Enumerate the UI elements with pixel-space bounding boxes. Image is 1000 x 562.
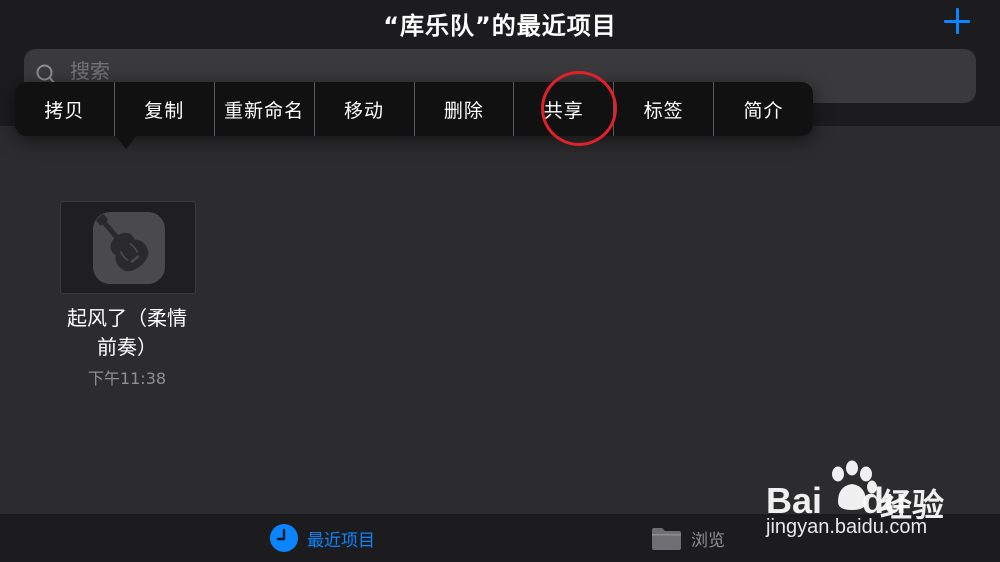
tab-browse[interactable]: 浏览 [651, 514, 725, 562]
file-name-line1: 起风了（柔情 [67, 306, 187, 330]
menu-item-share[interactable]: 共享 [514, 82, 615, 136]
add-icon[interactable] [944, 8, 970, 34]
file-timestamp: 下午11:38 [87, 369, 167, 388]
project-file-tile[interactable]: 起风了（柔情 前奏） 下午11:38 [46, 201, 208, 391]
tab-recent[interactable]: 最近项目 [270, 514, 375, 562]
tab-bar: 最近项目 浏览 [0, 514, 1000, 562]
page-title: “库乐队”的最近项目 [383, 12, 617, 40]
file-name: 起风了（柔情 前奏） [46, 304, 208, 362]
clock-icon [270, 524, 298, 552]
menu-item-move[interactable]: 移动 [315, 82, 415, 136]
file-thumbnail[interactable] [60, 201, 196, 294]
menu-pointer-arrow [115, 135, 137, 149]
paw-icon [832, 460, 877, 510]
menu-item-delete[interactable]: 删除 [415, 82, 515, 136]
menu-item-duplicate[interactable]: 复制 [115, 82, 215, 136]
context-menu: 拷贝 复制 重新命名 移动 删除 共享 标签 简介 [15, 82, 813, 136]
menu-item-rename[interactable]: 重新命名 [215, 82, 315, 136]
folder-icon [652, 527, 681, 550]
menu-item-copy[interactable]: 拷贝 [15, 82, 115, 136]
tab-recent-label: 最近项目 [307, 530, 375, 551]
tab-browse-label: 浏览 [691, 530, 725, 551]
menu-item-tags[interactable]: 标签 [614, 82, 715, 136]
garageband-guitar-icon [93, 212, 165, 284]
menu-item-info[interactable]: 简介 [714, 82, 813, 136]
file-name-line2: 前奏） [97, 335, 157, 359]
